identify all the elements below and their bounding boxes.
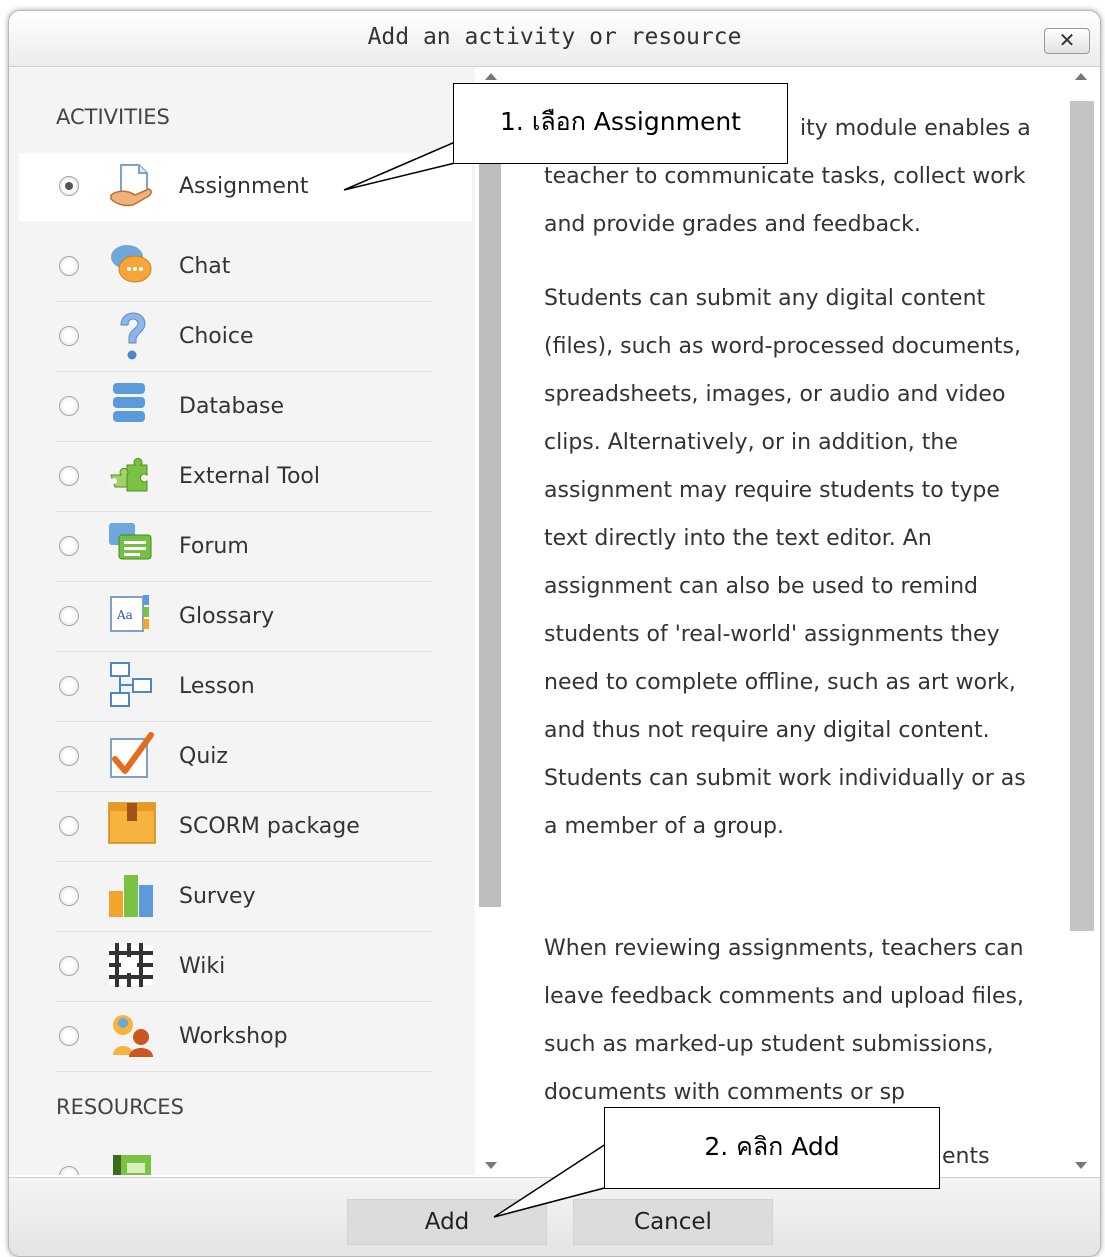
callout-step-2: 2. คลิก Add bbox=[604, 1107, 940, 1189]
annotation-pointers bbox=[343, 140, 613, 1218]
callout-step-1: 1. เลือก Assignment bbox=[453, 83, 788, 164]
callout-pointer-2 bbox=[493, 1138, 613, 1218]
callout-pointer-1 bbox=[343, 140, 456, 191]
